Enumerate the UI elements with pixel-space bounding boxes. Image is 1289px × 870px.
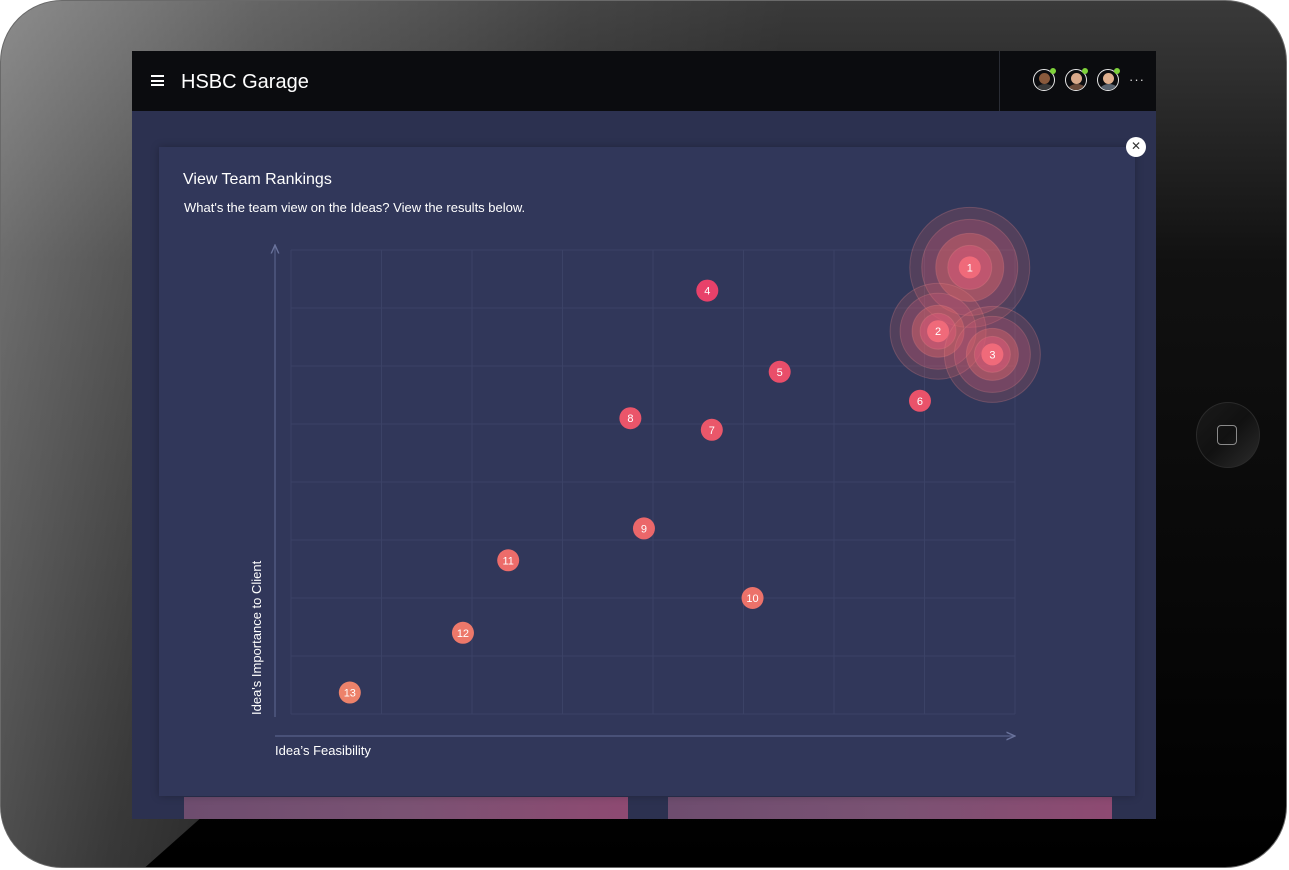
point-label: 8 [627,413,633,425]
point-label: 4 [704,286,710,298]
point-label: 1 [967,262,973,274]
point-label: 12 [457,628,469,640]
app-screen: HSBC Garage ··· View Team Rankings What'… [132,51,1156,819]
x-axis-label: Idea’s Feasibility [275,743,371,758]
point-label: 5 [777,367,783,379]
idea-point-10[interactable]: 10 [741,587,764,609]
idea-point-3[interactable]: 3 [981,343,1004,366]
idea-point-13[interactable]: 13 [338,681,361,704]
point-label: 9 [641,523,647,535]
close-button[interactable]: ✕ [1126,137,1146,157]
online-status-dot [1082,68,1088,74]
idea-point-11[interactable]: 11 [497,549,520,572]
avatar-shoulders [1100,84,1118,90]
online-status-dot [1050,68,1056,74]
home-button[interactable] [1196,402,1260,468]
idea-card[interactable] [184,797,628,819]
header-divider [999,51,1000,111]
point-label: 2 [935,326,941,338]
point-label: 10 [746,593,758,605]
idea-point-4[interactable]: 4 [696,279,719,302]
point-label: 3 [989,349,995,361]
idea-point-12[interactable]: 12 [451,621,474,644]
y-axis-label: Idea's Importance to Client [249,560,264,715]
idea-card[interactable] [668,797,1112,819]
avatar-face [1039,73,1050,84]
idea-point-6[interactable]: 6 [908,389,931,412]
avatar-face [1071,73,1082,84]
team-rankings-modal: View Team Rankings What's the team view … [159,147,1135,796]
point-label: 6 [917,396,923,408]
point-label: 11 [502,555,513,567]
idea-point-5[interactable]: 5 [768,360,791,383]
avatar-shoulders [1036,84,1054,90]
idea-point-7[interactable]: 7 [700,418,723,441]
avatar-shoulders [1068,84,1086,90]
point-label: 7 [709,425,715,437]
idea-point-8[interactable]: 8 [619,407,642,430]
idea-point-1[interactable]: 1 [958,256,981,279]
point-label: 13 [344,688,356,700]
more-horizontal-icon[interactable]: ··· [1129,72,1145,87]
home-square-icon [1217,425,1237,445]
idea-point-9[interactable]: 9 [632,517,655,540]
avatar-face [1103,73,1114,84]
idea-point-2[interactable]: 2 [927,320,950,343]
chart-points: 45678910111213123 [338,206,1041,704]
hamburger-menu-icon[interactable] [151,75,164,86]
top-navigation-bar: HSBC Garage ··· [132,51,1156,111]
online-status-dot [1114,68,1120,74]
app-title: HSBC Garage [181,71,309,93]
rankings-scatter-chart: Idea’s Feasibility Idea's Importance to … [249,206,1041,758]
